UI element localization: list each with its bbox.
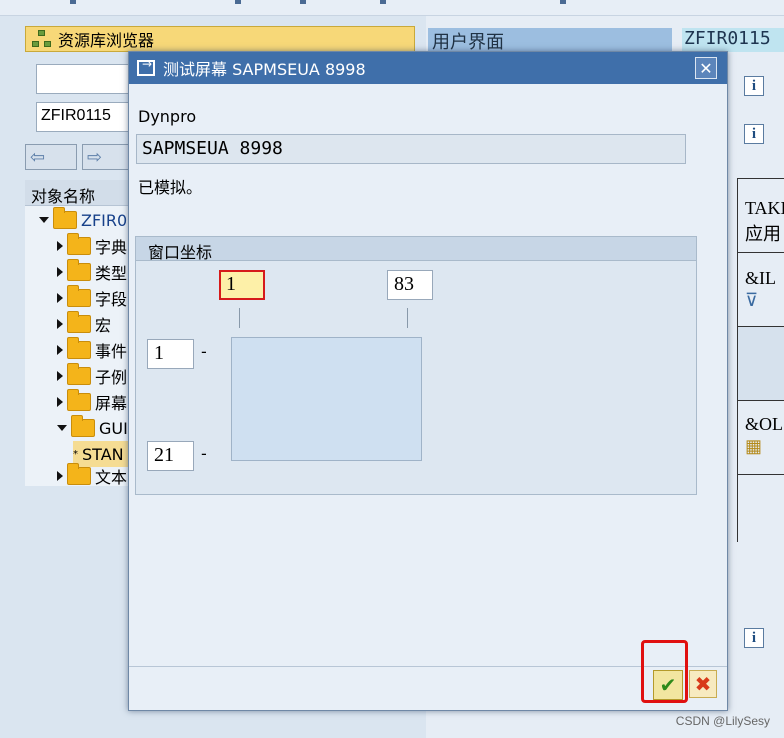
column-marker-line (407, 308, 408, 328)
tree-node-root[interactable]: ZFIR0 (39, 207, 127, 233)
tree-node[interactable]: 屏幕 (57, 389, 127, 415)
tree-node-label: 子例 (95, 368, 128, 387)
right-table: TAKI 应用 &IL ⊽ &OL ▦ (737, 178, 784, 542)
tree-node-label: 文本 (95, 468, 128, 487)
top-toolbar-strip (0, 0, 784, 16)
object-type-input[interactable] (36, 64, 136, 94)
cell-text: &OL (745, 414, 783, 434)
expand-arrow-icon[interactable] (57, 319, 63, 329)
dialog-titlebar[interactable]: 测试屏幕 SAPMSEUA 8998 ✕ (129, 52, 727, 84)
hierarchy-icon (32, 30, 52, 48)
status-message: 已模拟。 (138, 178, 203, 197)
info-icon[interactable]: i (744, 124, 764, 144)
highlight-box (641, 640, 688, 703)
group-title: 窗口坐标 (136, 237, 696, 262)
leaf-bullet-icon: * (73, 448, 78, 460)
open-folder-icon (53, 207, 77, 229)
tree-node-label: STAN (82, 444, 124, 464)
toolbar-icon[interactable] (380, 0, 386, 4)
cell-text: &IL (745, 268, 776, 288)
toolbar-icon[interactable] (235, 0, 241, 4)
tree-node-label: GUI (99, 418, 128, 438)
tree-node-label: 事件 (95, 342, 128, 361)
dash-separator: - (201, 444, 207, 463)
expand-arrow-icon[interactable] (57, 241, 63, 251)
folder-icon (67, 363, 91, 385)
expand-arrow-icon[interactable] (57, 471, 63, 481)
expand-arrow-icon[interactable] (57, 293, 63, 303)
folder-icon (67, 311, 91, 333)
object-name-input[interactable]: ZFIR0115 (36, 102, 136, 132)
left-arrow-icon: ⇦ (30, 146, 46, 168)
forward-arrow-button[interactable]: ⇨ (82, 144, 134, 170)
end-row-input[interactable]: 21 (147, 441, 194, 471)
repository-browser-header[interactable]: 资源库浏览器 (25, 26, 415, 52)
toolbar-icon[interactable] (300, 0, 306, 4)
watermark: CSDN @LilySesy (675, 714, 770, 728)
folder-icon (67, 463, 91, 485)
tree-node-label: ZFIR0 (81, 210, 128, 230)
tree-node-label: 屏幕 (95, 394, 128, 413)
footer-divider (129, 666, 727, 667)
cross-icon: ✖ (694, 672, 712, 696)
tree-node[interactable]: 子例 (57, 363, 127, 389)
tree-node[interactable]: 事件 (57, 337, 127, 363)
dialog-title: 测试屏幕 SAPMSEUA 8998 (163, 60, 366, 79)
info-icon[interactable]: i (744, 628, 764, 648)
collapse-arrow-icon[interactable] (57, 425, 67, 431)
program-name-label: ZFIR0115 (682, 28, 784, 52)
close-icon: ✕ (699, 58, 713, 78)
open-folder-icon (71, 415, 95, 437)
test-screen-dialog: 测试屏幕 SAPMSEUA 8998 ✕ Dynpro SAPMSEUA 899… (128, 51, 728, 711)
cancel-button[interactable]: ✖ (689, 670, 717, 698)
column-marker-line (239, 308, 240, 328)
expand-arrow-icon[interactable] (57, 345, 63, 355)
folder-icon (67, 259, 91, 281)
test-screen-icon (137, 57, 155, 76)
tree-node[interactable]: 类型 (57, 259, 127, 285)
table-cell (738, 252, 784, 326)
close-button[interactable]: ✕ (695, 57, 717, 79)
user-interface-header: 用户界面 (428, 28, 672, 53)
expand-arrow-icon[interactable] (57, 371, 63, 381)
tree-node-label: 字段 (95, 290, 128, 309)
tree-node-label: 宏 (95, 316, 112, 335)
tree-node[interactable]: 文本 (57, 463, 127, 489)
tree-node[interactable]: 字典 (57, 233, 127, 259)
tree-node[interactable]: 宏 (57, 311, 111, 337)
start-column-input[interactable]: 1 (219, 270, 265, 300)
info-icon[interactable]: i (744, 76, 764, 96)
table-grid-icon[interactable]: ▦ (745, 436, 762, 457)
folder-icon (67, 389, 91, 411)
window-preview-box (231, 337, 422, 461)
back-arrow-button[interactable]: ⇦ (25, 144, 77, 170)
tree-node[interactable]: 字段 (57, 285, 127, 311)
cell-text: 应用 (745, 224, 781, 244)
tree-node-label: 类型 (95, 264, 128, 283)
folder-icon (67, 337, 91, 359)
start-row-input[interactable]: 1 (147, 339, 194, 369)
tree-column-header: 对象名称 (25, 180, 135, 206)
dynpro-label: Dynpro (138, 107, 197, 126)
end-column-input[interactable]: 83 (387, 270, 433, 300)
filter-icon[interactable]: ⊽ (745, 290, 758, 311)
dynpro-field: SAPMSEUA 8998 (136, 134, 686, 164)
collapse-arrow-icon[interactable] (39, 217, 49, 223)
tree-node-label: 字典 (95, 238, 128, 257)
table-cell (738, 474, 784, 542)
folder-icon (67, 233, 91, 255)
object-tree: 对象名称 ZFIR0 字典 类型 字段 宏 事件 子例 屏幕 GUI * STA… (25, 180, 135, 489)
dash-separator: - (201, 342, 207, 361)
repository-browser-title: 资源库浏览器 (58, 31, 155, 50)
toolbar-icon[interactable] (70, 0, 76, 4)
expand-arrow-icon[interactable] (57, 267, 63, 277)
toolbar-icon[interactable] (560, 0, 566, 4)
tree-node[interactable]: GUI (57, 415, 128, 441)
table-cell (738, 326, 784, 400)
expand-arrow-icon[interactable] (57, 397, 63, 407)
right-arrow-icon: ⇨ (87, 146, 103, 168)
folder-icon (67, 285, 91, 307)
cell-text: TAKI (745, 198, 784, 218)
